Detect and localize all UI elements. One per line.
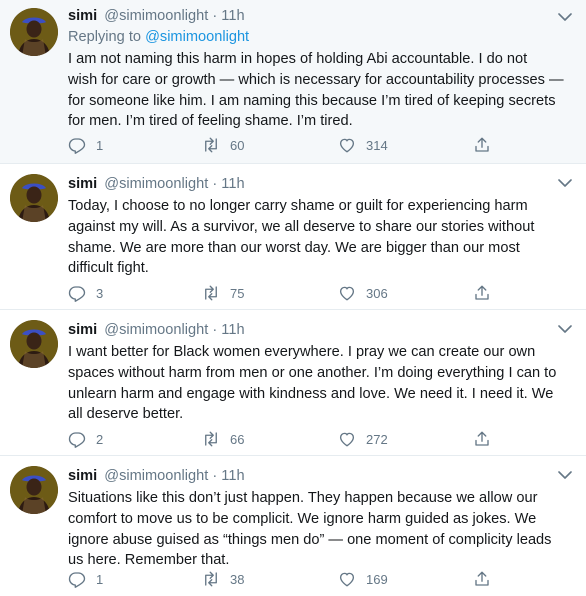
chevron-down-icon[interactable] xyxy=(558,470,572,480)
like-count: 306 xyxy=(366,285,388,301)
retweet-count: 66 xyxy=(230,431,245,447)
heart-icon xyxy=(338,136,356,154)
like-button[interactable]: 306 xyxy=(338,283,388,303)
user-handle[interactable]: @simimoonlight xyxy=(104,322,208,338)
share-icon xyxy=(473,136,491,154)
retweet-icon xyxy=(202,284,220,302)
display-name[interactable]: simi xyxy=(68,8,97,24)
tweet-text: I am not naming this harm in hopes of ho… xyxy=(68,51,564,130)
share-button[interactable] xyxy=(473,283,491,303)
separator: · xyxy=(212,176,218,192)
chevron-down-icon[interactable] xyxy=(558,178,572,188)
like-count: 169 xyxy=(366,571,388,587)
share-button[interactable] xyxy=(473,569,491,589)
heart-icon xyxy=(338,284,356,302)
like-button[interactable]: 169 xyxy=(338,569,388,589)
share-icon xyxy=(473,570,491,588)
avatar[interactable] xyxy=(10,8,58,56)
tweet[interactable]: simi @simimoonlight · 11h Today, I choos… xyxy=(0,163,586,310)
reply-count: 1 xyxy=(96,571,104,587)
retweet-icon xyxy=(202,430,220,448)
heart-icon xyxy=(338,570,356,588)
tweet-text: I want better for Black women everywhere… xyxy=(68,344,557,423)
heart-icon xyxy=(338,430,356,448)
tweet-header: simi @simimoonlight · 11h xyxy=(68,8,245,24)
share-button[interactable] xyxy=(473,135,491,155)
timestamp[interactable]: 11h xyxy=(221,8,244,24)
like-count: 314 xyxy=(366,137,388,153)
avatar[interactable] xyxy=(10,466,58,514)
timestamp[interactable]: 11h xyxy=(221,176,244,192)
tweet-header: simi @simimoonlight · 11h xyxy=(68,322,245,338)
chevron-down-icon[interactable] xyxy=(558,12,572,22)
like-button[interactable]: 314 xyxy=(338,135,388,155)
retweet-button[interactable]: 60 xyxy=(202,135,244,155)
tweet-header: simi @simimoonlight · 11h xyxy=(68,468,245,484)
reply-icon xyxy=(68,430,86,448)
tweet-header: simi @simimoonlight · 11h xyxy=(68,176,245,192)
reply-button[interactable]: 1 xyxy=(68,569,103,589)
tweet[interactable]: simi @simimoonlight · 11h Situations lik… xyxy=(0,455,586,596)
user-handle[interactable]: @simimoonlight xyxy=(104,176,208,192)
reply-icon xyxy=(68,570,86,588)
tweet-actions: 1 60 314 xyxy=(68,135,508,155)
retweet-icon xyxy=(202,570,220,588)
separator: · xyxy=(212,322,218,338)
reply-button[interactable]: 2 xyxy=(68,429,103,449)
reply-icon xyxy=(68,284,86,302)
reply-icon xyxy=(68,136,86,154)
user-handle[interactable]: @simimoonlight xyxy=(104,468,208,484)
tweet[interactable]: simi @simimoonlight · 11h I want better … xyxy=(0,309,586,456)
reply-count: 3 xyxy=(96,285,104,301)
timestamp[interactable]: 11h xyxy=(221,468,244,484)
reply-count: 2 xyxy=(96,431,104,447)
like-button[interactable]: 272 xyxy=(338,429,388,449)
tweet-actions: 2 66 272 xyxy=(68,429,508,449)
share-button[interactable] xyxy=(473,429,491,449)
replying-to: Replying to @simimoonlight xyxy=(68,29,249,45)
retweet-button[interactable]: 75 xyxy=(202,283,244,303)
timestamp[interactable]: 11h xyxy=(221,322,244,338)
share-icon xyxy=(473,430,491,448)
reply-count: 1 xyxy=(96,137,104,153)
tweet-actions: 3 75 306 xyxy=(68,283,508,303)
reply-button[interactable]: 1 xyxy=(68,135,103,155)
tweet-text: Situations like this don’t just happen. … xyxy=(68,490,552,569)
chevron-down-icon[interactable] xyxy=(558,324,572,334)
replying-to-link[interactable]: @simimoonlight xyxy=(145,29,249,45)
retweet-button[interactable]: 38 xyxy=(202,569,244,589)
avatar[interactable] xyxy=(10,174,58,222)
retweet-button[interactable]: 66 xyxy=(202,429,244,449)
like-count: 272 xyxy=(366,431,388,447)
separator: · xyxy=(212,8,218,24)
display-name[interactable]: simi xyxy=(68,176,97,192)
separator: · xyxy=(212,468,218,484)
user-handle[interactable]: @simimoonlight xyxy=(104,8,208,24)
replying-to-label: Replying to xyxy=(68,29,142,45)
retweet-icon xyxy=(202,136,220,154)
share-icon xyxy=(473,284,491,302)
tweet-text: Today, I choose to no longer carry shame… xyxy=(68,198,535,277)
tweet-actions: 1 38 169 xyxy=(68,569,508,589)
reply-button[interactable]: 3 xyxy=(68,283,103,303)
avatar[interactable] xyxy=(10,320,58,368)
retweet-count: 60 xyxy=(230,137,245,153)
tweet[interactable]: simi @simimoonlight · 11h Replying to @s… xyxy=(0,0,586,163)
display-name[interactable]: simi xyxy=(68,322,97,338)
display-name[interactable]: simi xyxy=(68,468,97,484)
retweet-count: 38 xyxy=(230,571,245,587)
retweet-count: 75 xyxy=(230,285,245,301)
